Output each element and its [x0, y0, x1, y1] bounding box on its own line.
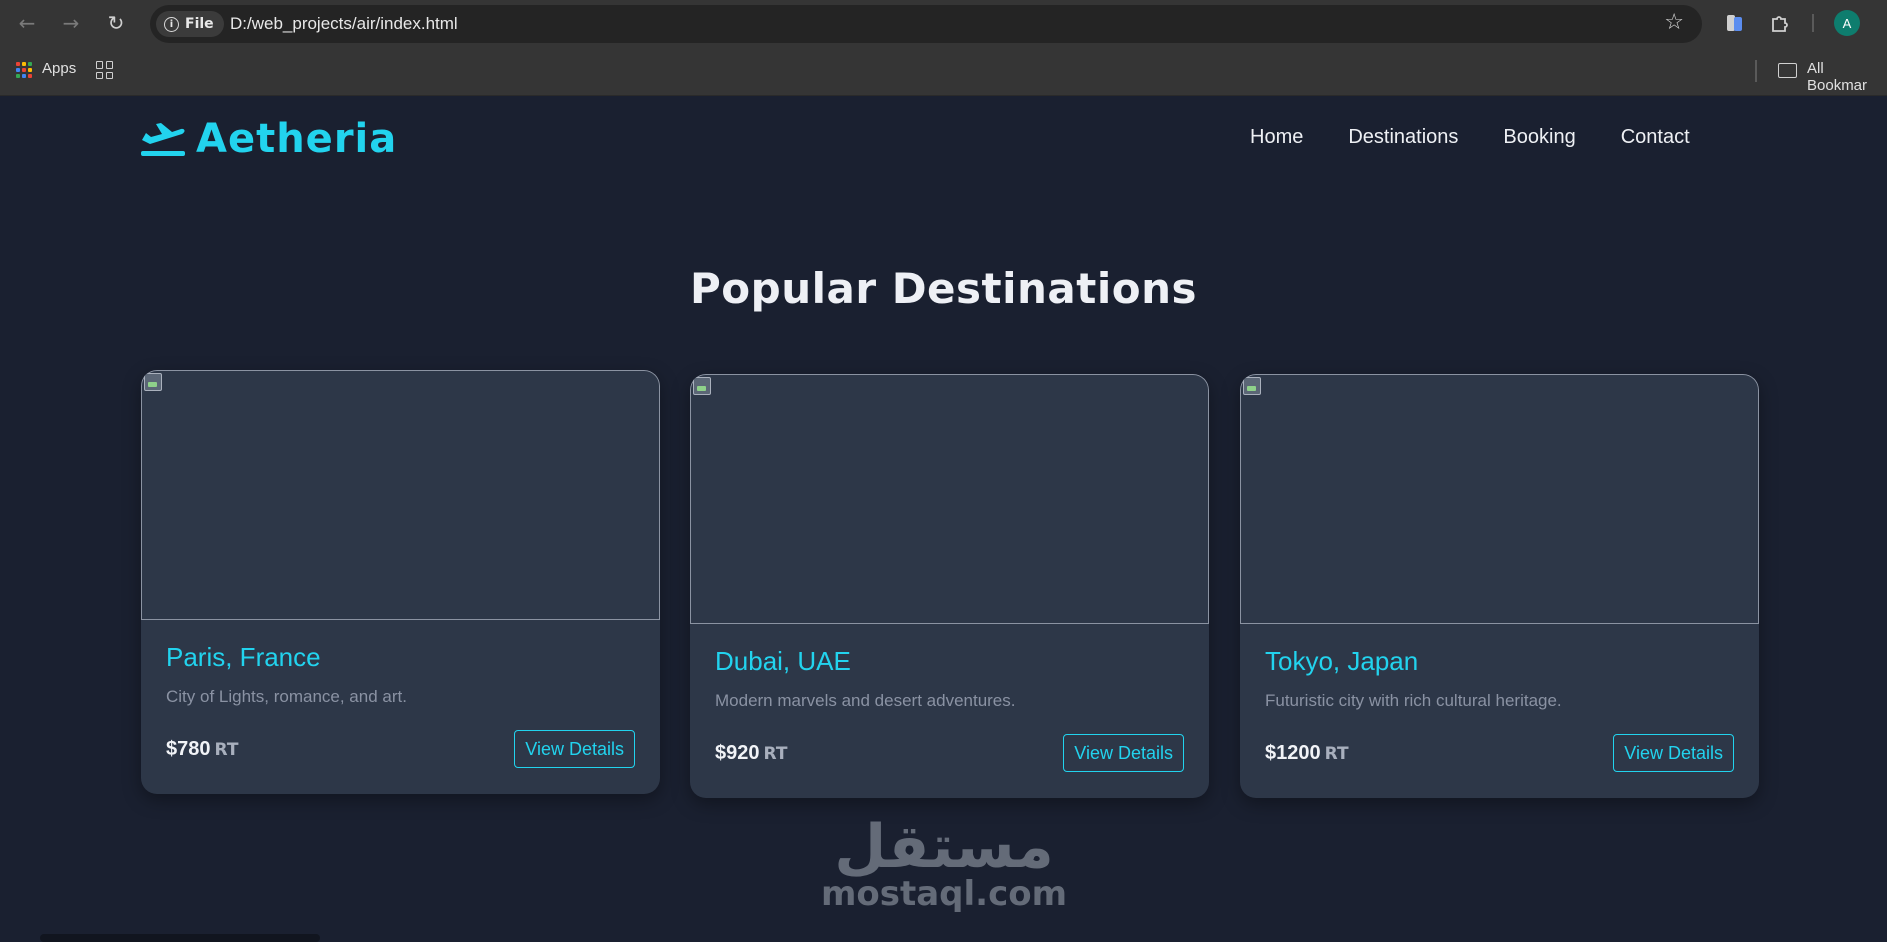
price-value: $920 [715, 741, 760, 764]
logo-text: Aetheria [196, 116, 398, 162]
bookmarks-bar: Apps All Bookmar [0, 46, 1887, 96]
nav-home[interactable]: Home [1250, 126, 1303, 149]
price-suffix: RT [1324, 743, 1349, 764]
destination-image [690, 374, 1209, 624]
bookmark-star-icon[interactable]: ☆ [1664, 10, 1684, 35]
browser-toolbar: ← → ↻ i File D:/web_projects/air/index.h… [0, 0, 1887, 46]
forward-icon[interactable]: → [58, 10, 84, 36]
tab-groups-icon[interactable] [96, 61, 114, 79]
main-nav: Home Destinations Booking Contact [1250, 126, 1690, 149]
section-title: Popular Destinations [690, 264, 1197, 313]
card-title: Dubai, UAE [715, 646, 851, 676]
watermark: مستقل mostaql.com [800, 812, 1088, 914]
destination-image [141, 370, 660, 620]
site-info-chip[interactable]: i File [156, 11, 224, 37]
folder-icon [1778, 63, 1797, 78]
watermark-latin: mostaql.com [820, 874, 1068, 914]
nav-contact[interactable]: Contact [1621, 126, 1690, 149]
destination-card-paris: Paris, France City of Lights, romance, a… [141, 370, 660, 794]
destination-image [1240, 374, 1759, 624]
card-title: Tokyo, Japan [1265, 646, 1419, 676]
card-description: Modern marvels and desert adventures. [715, 691, 1016, 710]
bookmarks-separator [1755, 60, 1757, 82]
view-details-button[interactable]: View Details [1613, 734, 1734, 772]
file-chip-label: File [185, 16, 214, 32]
price-value: $1200 [1265, 741, 1321, 764]
card-price: $780 RT [166, 738, 238, 761]
destination-card-dubai: Dubai, UAE Modern marvels and desert adv… [690, 374, 1209, 798]
profile-avatar[interactable]: A [1834, 10, 1860, 36]
all-bookmarks-label[interactable]: All Bookmar [1807, 60, 1887, 94]
view-details-button[interactable]: View Details [1063, 734, 1184, 772]
extensions-puzzle-icon[interactable] [1768, 11, 1792, 35]
watermark-arabic: مستقل [834, 812, 1054, 882]
url-text[interactable]: D:/web_projects/air/index.html [230, 14, 458, 34]
broken-image-icon [693, 377, 711, 395]
card-title: Paris, France [166, 642, 321, 672]
nav-booking[interactable]: Booking [1503, 126, 1575, 149]
card-description: Futuristic city with rich cultural herit… [1265, 691, 1562, 710]
card-price: $920 RT [715, 742, 787, 765]
nav-destinations[interactable]: Destinations [1348, 126, 1458, 149]
toolbar-separator [1812, 14, 1814, 32]
price-value: $780 [166, 737, 211, 760]
address-bar[interactable]: i File D:/web_projects/air/index.html ☆ [150, 5, 1702, 43]
destination-card-tokyo: Tokyo, Japan Futuristic city with rich c… [1240, 374, 1759, 798]
apps-label[interactable]: Apps [42, 60, 76, 77]
price-suffix: RT [214, 739, 239, 760]
back-icon[interactable]: ← [14, 10, 40, 36]
apps-icon[interactable] [16, 62, 32, 78]
extension-reading-icon[interactable] [1725, 12, 1745, 34]
card-description: City of Lights, romance, and art. [166, 687, 407, 706]
view-details-button[interactable]: View Details [514, 730, 635, 768]
site-logo[interactable]: Aetheria [140, 116, 397, 162]
card-price: $1200 RT [1265, 742, 1349, 765]
broken-image-icon [1243, 377, 1261, 395]
broken-image-icon [144, 373, 162, 391]
bottom-shadow [40, 934, 320, 942]
reload-icon[interactable]: ↻ [103, 10, 129, 36]
price-suffix: RT [763, 743, 788, 764]
info-icon: i [164, 16, 179, 32]
airplane-icon [141, 123, 185, 156]
